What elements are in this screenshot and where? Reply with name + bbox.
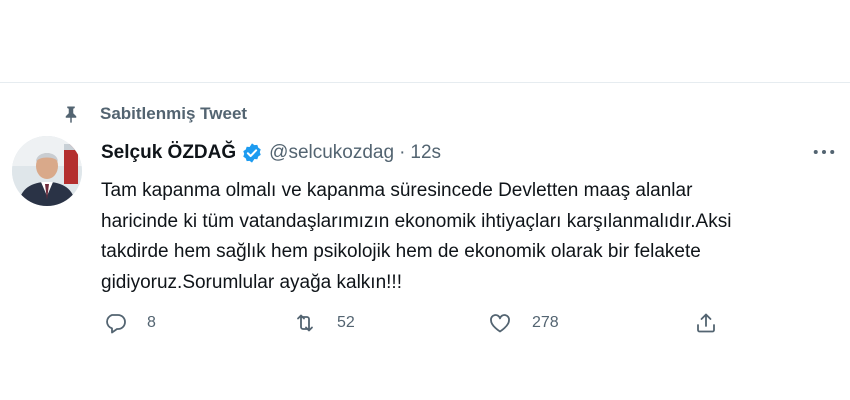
pin-icon xyxy=(62,105,80,123)
tweet-header: Selçuk ÖZDAĞ @selcukozdag · 12s xyxy=(101,141,441,165)
retweet-button[interactable]: 52 xyxy=(293,308,355,338)
like-button[interactable]: 278 xyxy=(488,308,559,338)
tweet-actions: 8 52 278 xyxy=(0,308,850,338)
retweet-icon xyxy=(293,311,317,335)
author-display-name[interactable]: Selçuk ÖZDAĞ xyxy=(101,142,236,164)
tweet-text-line: haricinde ki tüm vatandaşlarımızın ekono… xyxy=(101,210,732,232)
top-divider xyxy=(0,82,850,83)
like-count: 278 xyxy=(532,314,559,331)
share-icon xyxy=(694,311,718,335)
tweet-text: Tam kapanma olmalı ve kapanma süresinced… xyxy=(101,176,836,298)
tweet-timestamp[interactable]: 12s xyxy=(410,142,441,164)
more-options-button[interactable] xyxy=(810,141,838,163)
avatar[interactable] xyxy=(12,136,82,206)
pinned-indicator: Sabitlenmiş Tweet xyxy=(62,103,247,125)
tweet-text-line: gidiyoruz.Sorumlular ayağa kalkın!!! xyxy=(101,271,402,293)
tweet-text-line: takdirde hem sağlık hem psikolojik hem d… xyxy=(101,241,701,262)
reply-button[interactable]: 8 xyxy=(103,308,156,338)
separator-dot: · xyxy=(399,142,406,163)
reply-icon xyxy=(103,311,127,335)
share-button[interactable] xyxy=(694,308,718,338)
reply-count: 8 xyxy=(147,314,156,331)
heart-icon xyxy=(488,311,512,335)
more-dots-icon xyxy=(813,149,835,155)
retweet-count: 52 xyxy=(337,314,355,331)
author-handle[interactable]: @selcukozdag xyxy=(269,142,394,164)
pinned-label: Sabitlenmiş Tweet xyxy=(100,104,248,123)
verified-badge-icon xyxy=(241,142,263,164)
tweet-text-line: Tam kapanma olmalı ve kapanma süresinced… xyxy=(101,180,693,201)
